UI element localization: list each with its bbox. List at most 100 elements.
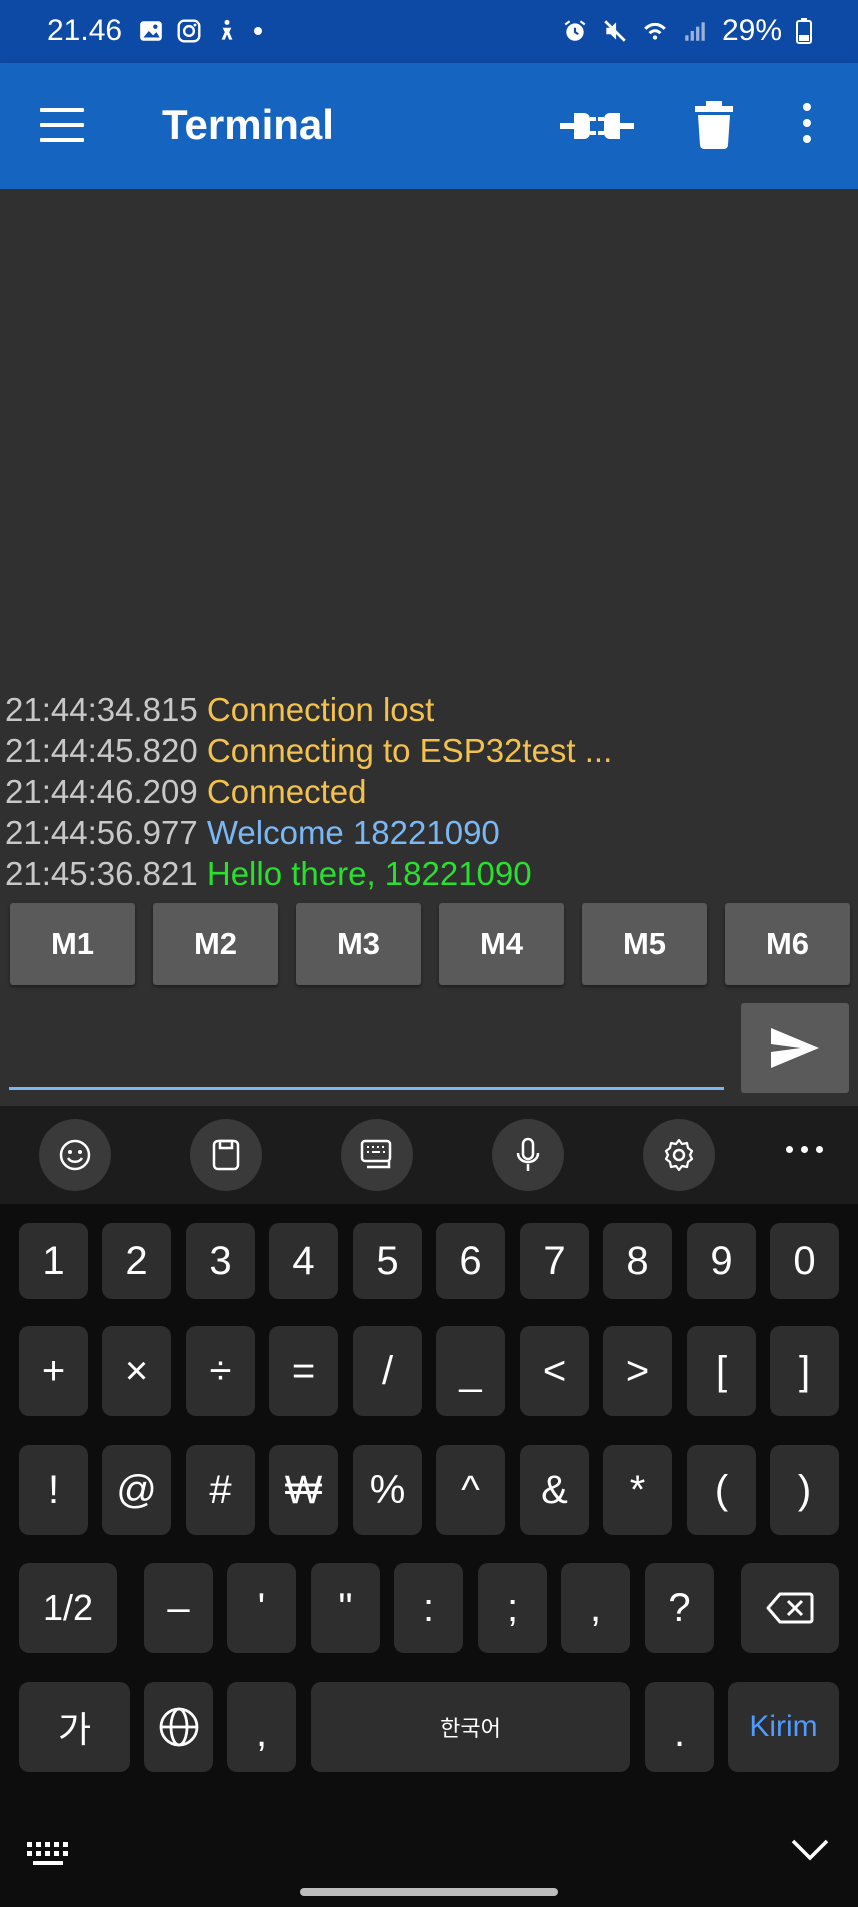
space-key[interactable]: 한국어 (311, 1682, 630, 1772)
log-line: 21:44:34.815 Connection lost (5, 689, 855, 730)
key-page-toggle[interactable]: 1/2 (19, 1563, 117, 1653)
key-caret[interactable]: ^ (436, 1445, 505, 1535)
key-left-paren[interactable]: ( (687, 1445, 756, 1535)
key-equals[interactable]: = (269, 1326, 338, 1416)
backspace-icon (766, 1592, 814, 1624)
macro-button-m5[interactable]: M5 (582, 903, 707, 985)
key-3[interactable]: 3 (186, 1223, 255, 1299)
log-message: Connected (206, 773, 367, 810)
key-plus[interactable]: + (19, 1326, 88, 1416)
key-won[interactable]: ₩ (269, 1445, 338, 1535)
status-time: 21.46 (47, 14, 123, 47)
key-percent[interactable]: % (353, 1445, 422, 1535)
key-asterisk[interactable]: * (603, 1445, 672, 1535)
key-comma[interactable]: , (561, 1563, 630, 1653)
trash-icon[interactable] (695, 101, 733, 149)
key-comma-bottom[interactable]: , (227, 1682, 296, 1772)
key-9[interactable]: 9 (687, 1223, 756, 1299)
language-switch-key[interactable] (144, 1682, 213, 1772)
clipboard-icon (212, 1139, 240, 1171)
keyboard-settings-button[interactable] (643, 1119, 715, 1191)
alarm-icon (564, 20, 586, 41)
key-left-bracket[interactable]: [ (687, 1326, 756, 1416)
globe-icon (159, 1707, 198, 1747)
key-period[interactable]: . (645, 1682, 714, 1772)
key-4[interactable]: 4 (269, 1223, 338, 1299)
macro-button-m2[interactable]: M2 (153, 903, 278, 985)
image-icon (140, 21, 162, 41)
input-underline (9, 1087, 724, 1090)
backspace-key[interactable] (741, 1563, 839, 1653)
accessibility-icon (221, 19, 233, 40)
log-line: 21:45:36.821 Hello there, 18221090 (5, 853, 855, 894)
log-line: 21:44:56.977 Welcome 18221090 (5, 812, 855, 853)
instagram-icon (177, 19, 201, 43)
key-right-bracket[interactable]: ] (770, 1326, 839, 1416)
key-0[interactable]: 0 (770, 1223, 839, 1299)
terminal-log: 21:44:34.815 Connection lost 21:44:45.82… (5, 689, 855, 894)
key-6[interactable]: 6 (436, 1223, 505, 1299)
macro-button-m6[interactable]: M6 (725, 903, 850, 985)
status-bar: 21.46 29% (0, 0, 858, 63)
keyboard (0, 1204, 858, 1907)
send-button[interactable] (741, 1003, 849, 1093)
key-less-than[interactable]: < (520, 1326, 589, 1416)
send-action-key[interactable]: Kirim (728, 1682, 839, 1772)
keyboard-mode-icon (360, 1139, 392, 1169)
log-message: Connection lost (206, 691, 435, 728)
log-message: Connecting to ESP32test ... (206, 732, 613, 769)
key-7[interactable]: 7 (520, 1223, 589, 1299)
settings-icon (664, 1138, 694, 1172)
key-hash[interactable]: # (186, 1445, 255, 1535)
clipboard-button[interactable] (190, 1119, 262, 1191)
key-right-paren[interactable]: ) (770, 1445, 839, 1535)
key-dash[interactable]: – (144, 1563, 213, 1653)
key-1[interactable]: 1 (19, 1223, 88, 1299)
more-vert-icon[interactable] (795, 103, 819, 149)
log-message: Welcome 18221090 (206, 814, 500, 851)
voice-input-button[interactable] (492, 1119, 564, 1191)
page-title: Terminal (162, 101, 334, 148)
message-input[interactable] (9, 1009, 724, 1085)
macro-button-m1[interactable]: M1 (10, 903, 135, 985)
key-multiply[interactable]: × (102, 1326, 171, 1416)
key-ampersand[interactable]: & (520, 1445, 589, 1535)
key-underscore[interactable]: _ (436, 1326, 505, 1416)
chevron-down-icon[interactable] (790, 1838, 830, 1862)
key-at[interactable]: @ (102, 1445, 171, 1535)
menu-icon[interactable] (40, 108, 84, 142)
key-semicolon[interactable]: ; (478, 1563, 547, 1653)
key-exclamation[interactable]: ! (19, 1445, 88, 1535)
key-apostrophe[interactable]: ' (227, 1563, 296, 1653)
log-timestamp: 21:45:36.821 (5, 855, 198, 892)
mute-icon (604, 20, 626, 42)
key-greater-than[interactable]: > (603, 1326, 672, 1416)
key-8[interactable]: 8 (603, 1223, 672, 1299)
terminal-view: 21:44:34.815 Connection lost 21:44:45.82… (0, 189, 858, 1106)
log-line: 21:44:46.209 Connected (5, 771, 855, 812)
macro-buttons: M1 M2 M3 M4 M5 M6 (10, 903, 850, 985)
key-question[interactable]: ? (645, 1563, 714, 1653)
log-line: 21:44:45.820 Connecting to ESP32test ... (5, 730, 855, 771)
key-language-hangul[interactable]: 가 (19, 1682, 130, 1772)
notification-icons (138, 18, 264, 44)
key-divide[interactable]: ÷ (186, 1326, 255, 1416)
key-colon[interactable]: : (394, 1563, 463, 1653)
key-slash[interactable]: / (353, 1326, 422, 1416)
key-2[interactable]: 2 (102, 1223, 171, 1299)
key-5[interactable]: 5 (353, 1223, 422, 1299)
macro-button-m3[interactable]: M3 (296, 903, 421, 985)
connect-icon[interactable] (560, 105, 634, 147)
more-horiz-icon[interactable] (786, 1146, 823, 1153)
keyboard-mode-button[interactable] (341, 1119, 413, 1191)
keyboard-toolbar (0, 1106, 858, 1204)
system-status: 29% (562, 14, 812, 48)
home-indicator[interactable] (300, 1888, 558, 1896)
mic-icon (516, 1137, 540, 1171)
key-quote[interactable]: " (311, 1563, 380, 1653)
macro-button-m4[interactable]: M4 (439, 903, 564, 985)
keyboard-layout-icon[interactable] (25, 1840, 71, 1868)
emoji-button[interactable] (39, 1119, 111, 1191)
signal-icon (685, 22, 705, 41)
log-timestamp: 21:44:56.977 (5, 814, 198, 851)
